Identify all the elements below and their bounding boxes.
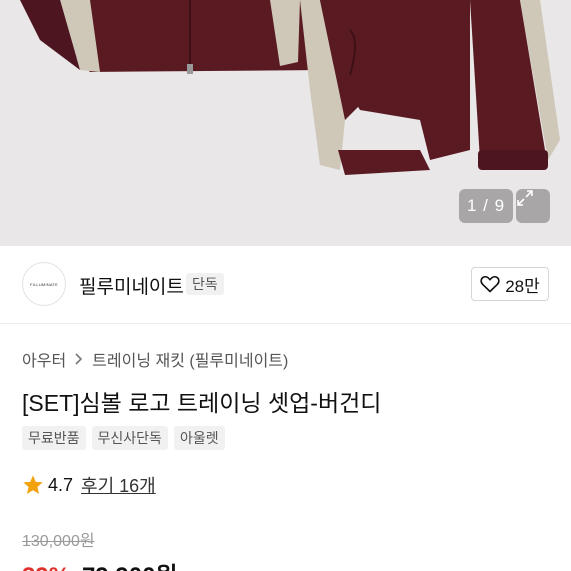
sale-price: 79,900원 xyxy=(82,556,178,571)
breadcrumb: 아우터 트레이닝 재킷 (필루미네이트) xyxy=(22,347,288,371)
brand-row: FILLUMINATE 필루미네이트 단독 28만 xyxy=(0,246,571,324)
brand-like-button[interactable]: 28만 xyxy=(471,267,549,301)
rating-score: 4.7 xyxy=(48,474,74,495)
product-image[interactable]: 1 / 9 xyxy=(0,0,571,246)
expand-button[interactable] xyxy=(516,189,550,223)
image-counter-text: 1 / 9 xyxy=(466,196,506,215)
star-icon xyxy=(23,475,43,494)
discount-rate: 39% xyxy=(22,563,70,571)
brand-name[interactable]: 필루미네이트 xyxy=(79,272,184,299)
tag-musinsa-exclusive: 무신사단독 xyxy=(91,426,168,450)
product-title: [SET]심볼 로고 트레이닝 셋업-버건디 xyxy=(22,390,382,416)
original-price: 130,000원 xyxy=(22,533,95,550)
exclusive-badge: 단독 xyxy=(186,273,224,295)
brand-logo-text: FILLUMINATE xyxy=(30,281,58,287)
image-counter: 1 / 9 xyxy=(459,189,513,223)
tag-outlet: 아울렛 xyxy=(173,426,225,450)
heart-icon xyxy=(480,275,500,293)
breadcrumb-item-category[interactable]: 트레이닝 재킷 (필루미네이트) xyxy=(92,347,288,371)
like-count: 28만 xyxy=(505,276,540,296)
product-tags: 무료반품 무신사단독 아울렛 xyxy=(22,426,225,450)
expand-icon xyxy=(517,190,533,206)
brand-logo[interactable]: FILLUMINATE xyxy=(22,262,66,306)
chevron-right-icon xyxy=(75,353,83,365)
review-count-link[interactable]: 후기 16개 xyxy=(81,472,156,498)
rating: 4.7 후기 16개 xyxy=(22,472,156,498)
price-row: 39% 79,900원 xyxy=(22,556,178,571)
tag-free-return: 무료반품 xyxy=(22,426,86,450)
breadcrumb-item-outer[interactable]: 아우터 xyxy=(22,347,66,371)
